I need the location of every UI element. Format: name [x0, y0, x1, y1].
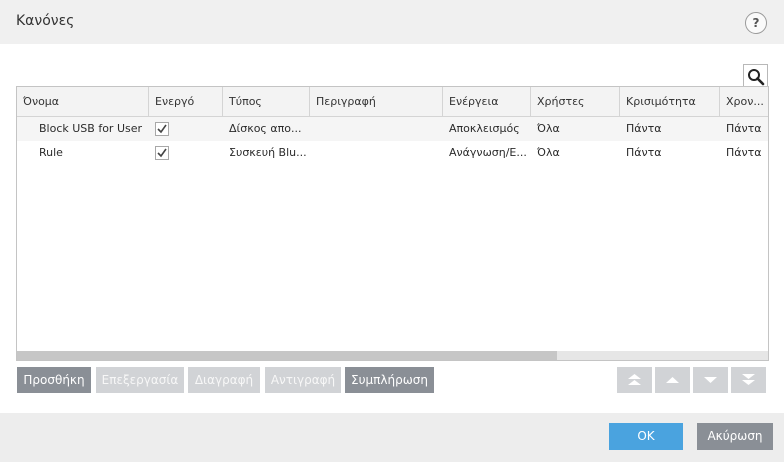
help-button[interactable]: ? [745, 12, 767, 34]
cell-time: Πάντα [726, 146, 762, 159]
column-header-time[interactable]: Χρον... [720, 87, 768, 117]
cell-users: Όλα [537, 146, 560, 159]
table-header: Όνομα Ενεργό Τύπος Περιγραφή Ενέργεια Χρ… [17, 87, 768, 117]
cell-action: Αποκλεισμός [449, 122, 520, 135]
dialog-titlebar: Κανόνες ? [0, 0, 784, 44]
cell-type: Δίσκος απο... [229, 122, 302, 135]
copy-button[interactable]: Αντιγραφή [265, 367, 341, 393]
column-header-description[interactable]: Περιγραφή [310, 87, 443, 117]
cell-name: Block USB for User [39, 122, 143, 135]
move-bottom-button[interactable] [731, 367, 766, 393]
search-icon [748, 69, 765, 86]
edit-button[interactable]: Επεξεργασία [96, 367, 184, 393]
cell-severity: Πάντα [626, 122, 662, 135]
move-bottom-icon [742, 374, 755, 385]
populate-button[interactable]: Συμπλήρωση [345, 367, 434, 393]
cell-name: Rule [39, 146, 63, 159]
move-down-button[interactable] [693, 367, 728, 393]
delete-button[interactable]: Διαγραφή [188, 367, 260, 393]
add-button[interactable]: Προσθήκη [17, 367, 91, 393]
move-top-icon [628, 374, 641, 385]
rules-table: Όνομα Ενεργό Τύπος Περιγραφή Ενέργεια Χρ… [16, 86, 769, 361]
column-header-name[interactable]: Όνομα [17, 87, 149, 117]
search-button[interactable] [743, 64, 768, 88]
cell-severity: Πάντα [626, 146, 662, 159]
ok-button[interactable]: OK [609, 423, 683, 450]
column-header-severity[interactable]: Κρισιμότητα [620, 87, 720, 117]
cell-time: Πάντα [726, 122, 762, 135]
table-row[interactable]: Block USB for User Δίσκος απο... Αποκλει… [17, 117, 768, 141]
cell-type: Συσκευή Blu... [229, 146, 307, 159]
enabled-checkbox[interactable] [155, 122, 169, 136]
cell-description [310, 117, 443, 141]
column-header-users[interactable]: Χρήστες [531, 87, 620, 117]
column-header-action[interactable]: Ενέργεια [443, 87, 531, 117]
checkmark-icon [157, 124, 167, 134]
table-row[interactable]: Rule Συσκευή Blu... Ανάγνωση/Ε... Όλα Πά… [17, 141, 768, 165]
move-down-icon [704, 377, 717, 383]
cell-description [310, 141, 443, 165]
cell-users: Όλα [537, 122, 560, 135]
horizontal-scrollbar[interactable] [17, 351, 768, 360]
checkmark-icon [157, 148, 167, 158]
move-up-icon [666, 377, 679, 383]
cancel-button[interactable]: Ακύρωση [697, 423, 773, 450]
column-header-type[interactable]: Τύπος [223, 87, 310, 117]
scrollbar-thumb[interactable] [17, 351, 557, 360]
cell-action: Ανάγνωση/Ε... [449, 146, 527, 159]
enabled-checkbox[interactable] [155, 146, 169, 160]
dialog-title: Κανόνες [16, 13, 75, 29]
move-up-button[interactable] [655, 367, 690, 393]
column-header-enabled[interactable]: Ενεργό [149, 87, 223, 117]
move-top-button[interactable] [617, 367, 652, 393]
